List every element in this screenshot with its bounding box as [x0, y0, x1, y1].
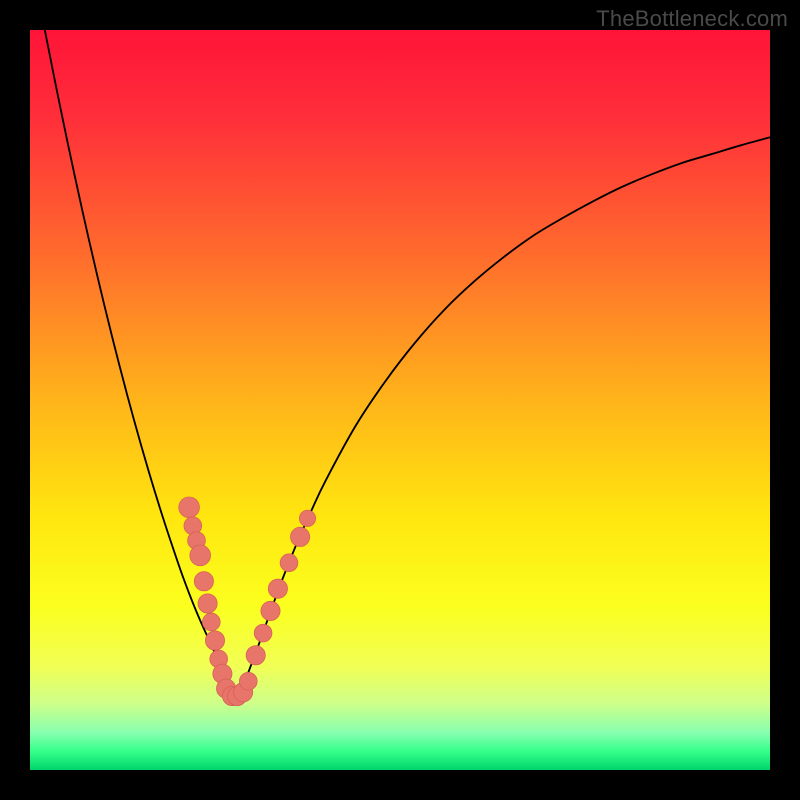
data-marker: [280, 554, 298, 572]
data-marker: [198, 594, 217, 613]
data-marker: [246, 646, 265, 665]
bottleneck-curve-right-path: [237, 137, 770, 692]
data-marker: [202, 613, 220, 631]
data-marker: [261, 601, 280, 620]
data-marker: [179, 497, 200, 518]
data-marker: [239, 672, 257, 690]
marker-group: [179, 497, 316, 706]
curve-layer: [30, 30, 770, 770]
data-marker: [290, 527, 309, 546]
bottleneck-curve-left-path: [45, 30, 237, 692]
data-marker: [205, 631, 224, 650]
data-marker: [194, 572, 213, 591]
data-marker: [299, 510, 315, 526]
data-marker: [254, 624, 272, 642]
plot-area: [30, 30, 770, 770]
chart-frame: TheBottleneck.com: [0, 0, 800, 800]
data-marker: [190, 545, 211, 566]
watermark-text: TheBottleneck.com: [596, 6, 788, 32]
data-marker: [268, 579, 287, 598]
